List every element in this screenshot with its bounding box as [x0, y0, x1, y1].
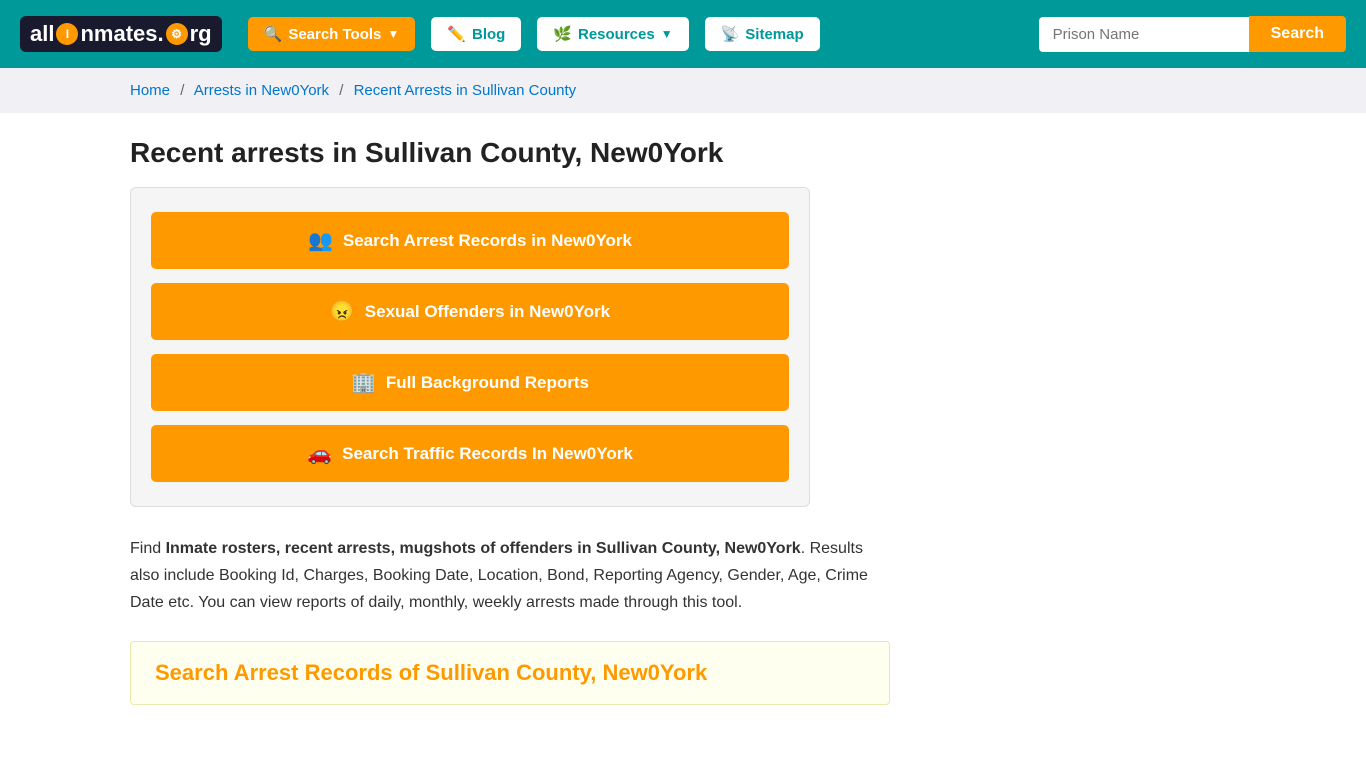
- page-description: Find Inmate rosters, recent arrests, mug…: [130, 535, 890, 617]
- breadcrumb-sep-1: /: [180, 82, 184, 99]
- search-tools-icon: 🔍: [264, 25, 283, 43]
- blog-label: Blog: [472, 26, 505, 43]
- traffic-records-button[interactable]: 🚗 Search Traffic Records In New0York: [151, 425, 789, 482]
- search-tools-button[interactable]: 🔍 Search Tools ▼: [248, 17, 416, 51]
- resources-button[interactable]: 🌿 Resources ▼: [537, 17, 688, 51]
- header-search: Search: [1039, 16, 1346, 52]
- background-reports-button[interactable]: 🏢 Full Background Reports: [151, 354, 789, 411]
- search-tools-label: Search Tools: [288, 26, 381, 43]
- prison-name-input[interactable]: [1039, 17, 1249, 52]
- breadcrumb-current: Recent Arrests in Sullivan County: [354, 82, 577, 99]
- page-title: Recent arrests in Sullivan County, New0Y…: [130, 137, 1236, 169]
- resources-arrow: ▼: [661, 27, 673, 41]
- logo-text-2: nmates.: [80, 21, 163, 47]
- sexual-offenders-icon: 😠: [330, 299, 355, 324]
- breadcrumb-home[interactable]: Home: [130, 82, 170, 99]
- sitemap-icon: 📡: [721, 25, 740, 43]
- header-search-button[interactable]: Search: [1249, 16, 1346, 52]
- logo-icon-2: ⚙: [166, 23, 188, 45]
- sitemap-button[interactable]: 📡 Sitemap: [705, 17, 820, 51]
- traffic-records-icon: 🚗: [307, 441, 332, 466]
- description-intro: Find: [130, 540, 166, 557]
- breadcrumb: Home / Arrests in New0York / Recent Arre…: [0, 68, 1366, 113]
- description-bold: Inmate rosters, recent arrests, mugshots…: [166, 540, 801, 557]
- breadcrumb-sep-2: /: [339, 82, 343, 99]
- arrest-search-title: Search Arrest Records of Sullivan County…: [155, 660, 865, 686]
- main-content: Recent arrests in Sullivan County, New0Y…: [0, 113, 1366, 729]
- action-card: 👥 Search Arrest Records in New0York 😠 Se…: [130, 187, 810, 507]
- blog-button[interactable]: ✏️ Blog: [431, 17, 521, 51]
- resources-icon: 🌿: [553, 25, 572, 43]
- arrest-search-section: Search Arrest Records of Sullivan County…: [130, 641, 890, 705]
- site-header: all I nmates. ⚙ rg 🔍 Search Tools ▼ ✏️ B…: [0, 0, 1366, 68]
- search-tools-arrow: ▼: [387, 27, 399, 41]
- logo-icon: I: [56, 23, 78, 45]
- sitemap-label: Sitemap: [745, 26, 803, 43]
- sexual-offenders-button[interactable]: 😠 Sexual Offenders in New0York: [151, 283, 789, 340]
- logo[interactable]: all I nmates. ⚙ rg: [20, 16, 222, 52]
- arrest-records-label: Search Arrest Records in New0York: [343, 231, 632, 251]
- background-reports-label: Full Background Reports: [386, 373, 589, 393]
- arrest-records-button[interactable]: 👥 Search Arrest Records in New0York: [151, 212, 789, 269]
- breadcrumb-arrests[interactable]: Arrests in New0York: [194, 82, 329, 99]
- background-reports-icon: 🏢: [351, 370, 376, 395]
- traffic-records-label: Search Traffic Records In New0York: [342, 444, 633, 464]
- logo-text: all: [30, 21, 54, 47]
- arrest-records-icon: 👥: [308, 228, 333, 253]
- blog-icon: ✏️: [447, 25, 466, 43]
- sexual-offenders-label: Sexual Offenders in New0York: [365, 302, 610, 322]
- resources-label: Resources: [578, 26, 655, 43]
- logo-text-3: rg: [190, 21, 212, 47]
